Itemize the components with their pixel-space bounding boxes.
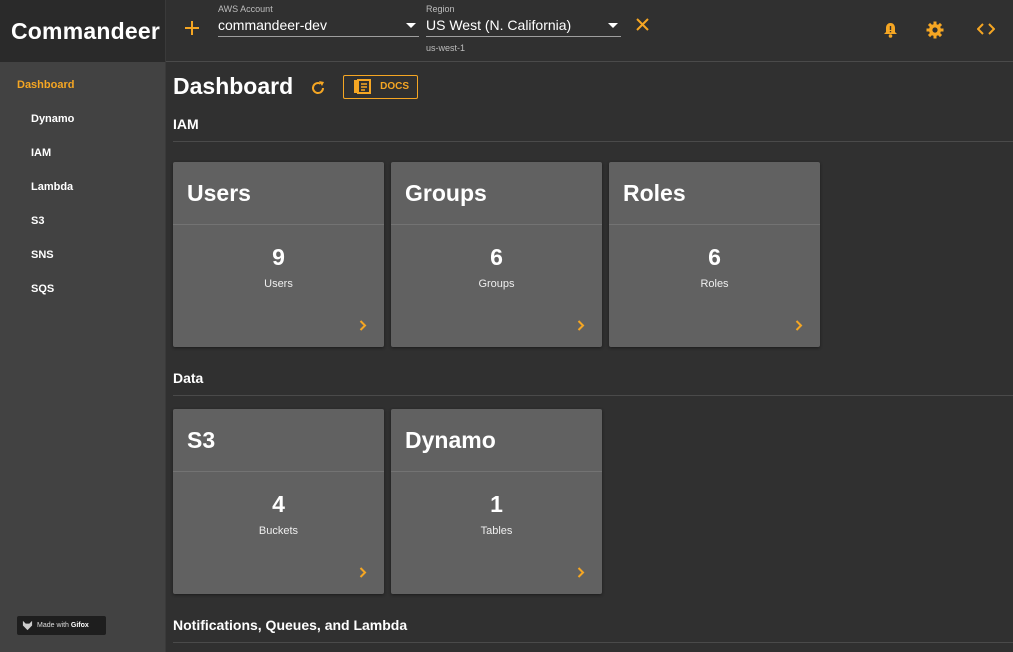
- page-title: Dashboard: [173, 73, 294, 99]
- sidebar: Commandeer Dashboard Dynamo IAM Lambda S…: [0, 0, 166, 652]
- region-select[interactable]: Region US West (N. California) us-west-1: [426, 4, 621, 53]
- docs-button[interactable]: DOCS: [343, 74, 419, 99]
- chevron-right-icon[interactable]: [359, 567, 367, 578]
- clear-account-button[interactable]: [636, 18, 649, 36]
- card-title: Dynamo: [391, 409, 602, 472]
- gear-icon: [926, 21, 944, 39]
- code-icon: [976, 23, 996, 35]
- book-icon: [354, 79, 372, 94]
- card-unit: Groups: [478, 278, 515, 290]
- section-title-data: Data: [173, 370, 1013, 396]
- chevron-right-icon[interactable]: [359, 320, 367, 331]
- sidebar-item-sqs[interactable]: SQS: [0, 272, 165, 306]
- card-unit: Users: [264, 278, 293, 290]
- card-title: Roles: [609, 162, 820, 225]
- section-title-notifications: Notifications, Queues, and Lambda: [173, 617, 1013, 643]
- chevron-down-icon: [608, 23, 618, 28]
- sidebar-item-s3[interactable]: S3: [0, 204, 165, 238]
- main-content: Dashboard DOCS IAM Users 9 Users Groups …: [173, 62, 1013, 652]
- gifox-badge: Made with Gifox: [17, 616, 106, 635]
- fox-logo-icon: [22, 620, 33, 631]
- sidebar-nav: Dashboard Dynamo IAM Lambda S3 SNS SQS: [0, 68, 165, 306]
- notifications-button[interactable]: [883, 22, 898, 43]
- settings-button[interactable]: [926, 21, 944, 44]
- chevron-right-icon[interactable]: [577, 567, 585, 578]
- aws-account-value[interactable]: commandeer-dev: [218, 17, 419, 37]
- sidebar-item-sns[interactable]: SNS: [0, 238, 165, 272]
- card-count: 1: [490, 491, 503, 517]
- card-dynamo[interactable]: Dynamo 1 Tables: [391, 409, 602, 594]
- close-icon: [636, 18, 649, 31]
- region-label: Region: [426, 4, 455, 14]
- chevron-down-icon: [406, 23, 416, 28]
- card-unit: Tables: [480, 525, 513, 537]
- card-count: 6: [490, 244, 503, 270]
- sidebar-item-dynamo[interactable]: Dynamo: [0, 102, 165, 136]
- top-bar: AWS Account commandeer-dev Region US Wes…: [166, 0, 1013, 62]
- aws-account-select[interactable]: AWS Account commandeer-dev: [218, 4, 419, 37]
- section-title-iam: IAM: [173, 116, 1013, 142]
- card-s3[interactable]: S3 4 Buckets: [173, 409, 384, 594]
- region-code: us-west-1: [426, 43, 466, 53]
- aws-account-text: commandeer-dev: [218, 17, 327, 33]
- add-account-button[interactable]: [185, 17, 199, 39]
- card-unit: Buckets: [258, 525, 299, 537]
- bell-icon: [884, 23, 897, 38]
- card-count: 6: [708, 244, 721, 270]
- card-title: S3: [173, 409, 384, 472]
- card-users[interactable]: Users 9 Users: [173, 162, 384, 347]
- card-count: 4: [272, 491, 285, 517]
- card-roles[interactable]: Roles 6 Roles: [609, 162, 820, 347]
- sidebar-item-dashboard[interactable]: Dashboard: [0, 68, 165, 102]
- card-count: 9: [272, 244, 285, 270]
- region-value[interactable]: US West (N. California): [426, 17, 621, 37]
- card-title: Users: [173, 162, 384, 225]
- region-text: US West (N. California): [426, 17, 572, 33]
- sidebar-item-lambda[interactable]: Lambda: [0, 170, 165, 204]
- sidebar-item-iam[interactable]: IAM: [0, 136, 165, 170]
- badge-prefix: Made with: [37, 622, 69, 629]
- card-unit: Roles: [700, 278, 729, 290]
- app-title: Commandeer: [0, 0, 165, 62]
- plus-icon: [185, 21, 199, 35]
- chevron-right-icon[interactable]: [577, 320, 585, 331]
- code-view-button[interactable]: [976, 22, 996, 40]
- card-title: Groups: [391, 162, 602, 225]
- chevron-right-icon[interactable]: [795, 320, 803, 331]
- badge-brand: Gifox: [70, 622, 89, 629]
- aws-account-label: AWS Account: [218, 4, 273, 14]
- title-row: Dashboard DOCS: [173, 73, 419, 100]
- docs-label: DOCS: [380, 81, 410, 92]
- card-groups[interactable]: Groups 6 Groups: [391, 162, 602, 347]
- refresh-icon[interactable]: [310, 80, 326, 96]
